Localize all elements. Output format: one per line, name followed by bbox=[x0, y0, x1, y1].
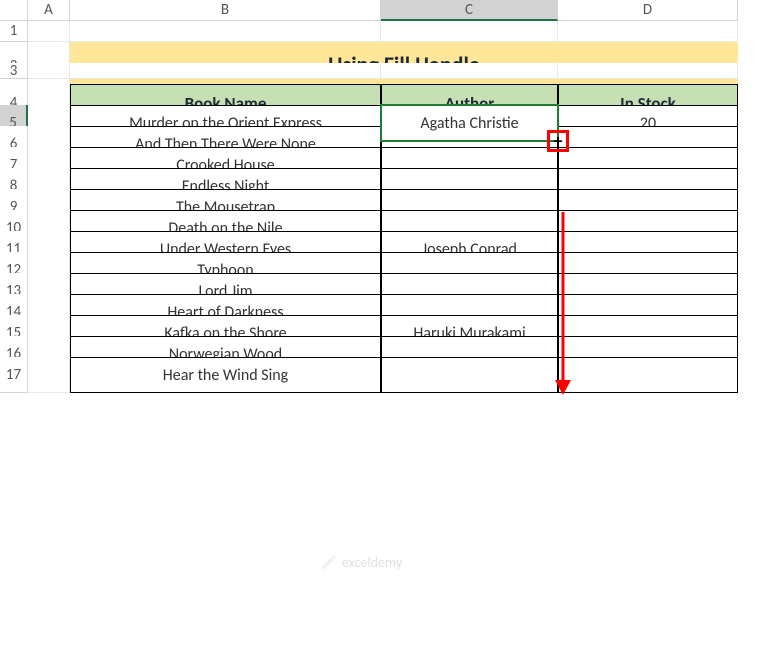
cell-C1[interactable] bbox=[381, 21, 558, 42]
row-header-1[interactable]: 1 bbox=[0, 21, 28, 42]
cell-A17[interactable] bbox=[28, 357, 70, 393]
watermark: exceldemy bbox=[320, 553, 402, 571]
cell-author-text: Agatha Christie bbox=[420, 114, 518, 133]
row-header-3[interactable]: 3 bbox=[0, 63, 28, 79]
cell-author-5[interactable]: Agatha Christie+ bbox=[381, 105, 558, 141]
col-header-A[interactable]: A bbox=[28, 0, 70, 21]
col-header-C[interactable]: C bbox=[381, 0, 558, 21]
cell-A3[interactable] bbox=[28, 63, 70, 79]
cell-stock-17[interactable] bbox=[558, 357, 738, 393]
select-all-corner[interactable] bbox=[0, 0, 28, 21]
cell-author-17[interactable] bbox=[381, 357, 558, 393]
plus-icon: + bbox=[554, 132, 563, 150]
cell-book-17[interactable]: Hear the Wind Sing bbox=[70, 357, 381, 393]
cell-D3[interactable] bbox=[558, 63, 738, 79]
row-header-17[interactable]: 17 bbox=[0, 357, 28, 393]
cell-D1[interactable] bbox=[558, 21, 738, 42]
cell-C3[interactable] bbox=[381, 63, 558, 79]
cell-B3[interactable] bbox=[70, 63, 381, 79]
col-header-B[interactable]: B bbox=[70, 0, 381, 21]
cell-A1[interactable] bbox=[28, 21, 70, 42]
col-header-D[interactable]: D bbox=[558, 0, 738, 21]
cell-B1[interactable] bbox=[70, 21, 381, 42]
spreadsheet-grid[interactable]: A B C D 1 2 Using Fill Handle 3 4 Book N… bbox=[0, 0, 767, 378]
fill-handle[interactable]: + bbox=[547, 130, 569, 152]
pencil-icon bbox=[320, 553, 338, 571]
